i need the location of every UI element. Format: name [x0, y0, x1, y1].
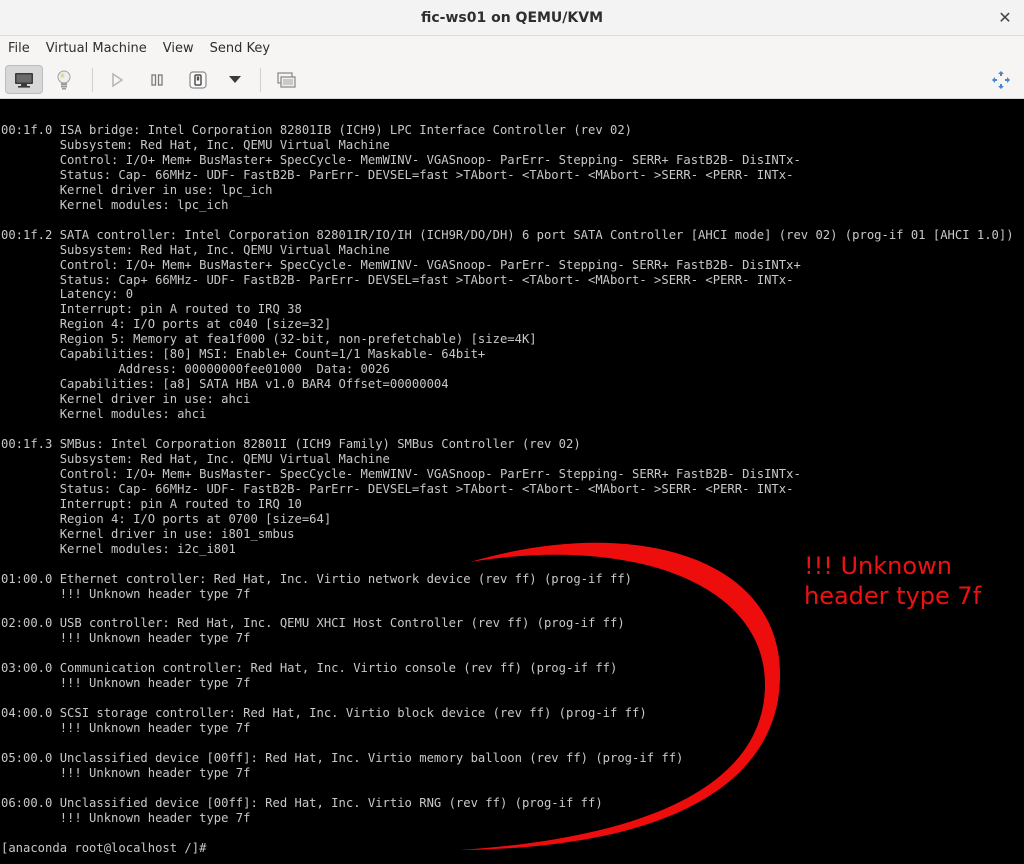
- console-line: 00:1f.2 SATA controller: Intel Corporati…: [1, 227, 1014, 242]
- shutdown-menu-button[interactable]: [224, 65, 246, 94]
- console-line: 04:00.0 SCSI storage controller: Red Hat…: [1, 706, 647, 721]
- console-line: 05:00.0 Unclassified device [00ff]: Red …: [1, 751, 684, 766]
- console-line: Interrupt: pin A routed to IRQ 38: [1, 302, 302, 317]
- console-line: Kernel driver in use: ahci: [1, 392, 251, 407]
- window-titlebar: fic-ws01 on QEMU/KVM ✕: [0, 0, 1024, 36]
- console-line: Control: I/O+ Mem+ BusMaster+ SpecCycle-…: [1, 152, 801, 167]
- console-line: Status: Cap- 66MHz- UDF- FastB2B- ParErr…: [1, 167, 794, 182]
- play-icon: [112, 72, 124, 87]
- console-line: Region 5: Memory at fea1f000 (32-bit, no…: [1, 332, 537, 347]
- console-line: Control: I/O+ Mem+ BusMaster+ SpecCycle-…: [1, 257, 801, 272]
- console-line: Subsystem: Red Hat, Inc. QEMU Virtual Ma…: [1, 137, 390, 152]
- console-line: 00:1f.0 ISA bridge: Intel Corporation 82…: [1, 123, 633, 137]
- vm-console[interactable]: 00:1f.0 ISA bridge: Intel Corporation 82…: [0, 99, 1024, 864]
- power-icon: [189, 70, 207, 89]
- console-line: !!! Unknown header type 7f: [1, 765, 251, 780]
- console-line: Control: I/O+ Mem+ BusMaster- SpecCycle-…: [1, 466, 801, 481]
- console-line: Region 4: I/O ports at c040 [size=32]: [1, 317, 332, 332]
- pause-icon: [151, 73, 163, 86]
- console-line: Region 4: I/O ports at 0700 [size=64]: [1, 511, 332, 526]
- console-line: !!! Unknown header type 7f: [1, 631, 251, 646]
- console-line: Subsystem: Red Hat, Inc. QEMU Virtual Ma…: [1, 451, 390, 466]
- shutdown-button[interactable]: [185, 65, 211, 94]
- run-button[interactable]: [104, 65, 130, 94]
- console-line: Interrupt: pin A routed to IRQ 10: [1, 496, 302, 511]
- console-line: !!! Unknown header type 7f: [1, 721, 251, 736]
- console-line: Status: Cap- 66MHz- UDF- FastB2B- ParErr…: [1, 481, 794, 496]
- show-console-button[interactable]: [5, 65, 43, 94]
- annotation-label: !!! Unknown header type 7f: [804, 552, 982, 610]
- console-line: 02:00.0 USB controller: Red Hat, Inc. QE…: [1, 616, 625, 631]
- console-line: !!! Unknown header type 7f: [1, 676, 251, 691]
- menu-file[interactable]: File: [8, 41, 30, 56]
- console-line: Subsystem: Red Hat, Inc. QEMU Virtual Ma…: [1, 242, 390, 257]
- toolbar: [0, 60, 1024, 99]
- show-details-button[interactable]: [50, 65, 78, 94]
- console-line: Address: 00000000fee01000 Data: 0026: [1, 362, 390, 377]
- console-line: !!! Unknown header type 7f: [1, 586, 251, 601]
- console-line: Capabilities: [a8] SATA HBA v1.0 BAR4 Of…: [1, 377, 449, 392]
- console-line: Kernel modules: lpc_ich: [1, 197, 229, 212]
- console-line: Kernel modules: ahci: [1, 407, 207, 422]
- screenshot-icon: [277, 71, 296, 88]
- menu-bar: File Virtual Machine View Send Key: [0, 36, 1024, 60]
- console-line: Kernel modules: i2c_i801: [1, 541, 236, 556]
- pause-button[interactable]: [144, 65, 170, 94]
- console-line: Latency: 0: [1, 287, 134, 302]
- resize-to-vm-button[interactable]: [988, 65, 1014, 94]
- console-line: 00:1f.3 SMBus: Intel Corporation 82801I …: [1, 437, 581, 452]
- monitor-icon: [15, 72, 33, 88]
- menu-view[interactable]: View: [163, 41, 194, 56]
- close-icon[interactable]: ✕: [996, 9, 1014, 27]
- console-line: 03:00.0 Communication controller: Red Ha…: [1, 661, 618, 676]
- lightbulb-icon: [57, 70, 71, 89]
- menu-virtual-machine[interactable]: Virtual Machine: [46, 41, 147, 56]
- fullscreen-toggle-button[interactable]: [272, 65, 300, 94]
- console-line: Kernel driver in use: lpc_ich: [1, 182, 273, 197]
- console-line: [anaconda root@localhost /]#: [1, 840, 207, 855]
- fullscreen-icon: [992, 70, 1010, 89]
- console-line: !!! Unknown header type 7f: [1, 810, 251, 825]
- console-line: Kernel driver in use: i801_smbus: [1, 526, 295, 541]
- window-title: fic-ws01 on QEMU/KVM: [420, 9, 604, 26]
- console-line: 06:00.0 Unclassified device [00ff]: Red …: [1, 795, 603, 810]
- console-line: Capabilities: [80] MSI: Enable+ Count=1/…: [1, 347, 486, 362]
- chevron-down-icon: [229, 75, 241, 83]
- console-line: 01:00.0 Ethernet controller: Red Hat, In…: [1, 571, 633, 586]
- menu-send-key[interactable]: Send Key: [210, 41, 270, 56]
- console-line: Status: Cap+ 66MHz- UDF- FastB2B- ParErr…: [1, 272, 794, 287]
- console-output: 00:1f.0 ISA bridge: Intel Corporation 82…: [1, 123, 1014, 856]
